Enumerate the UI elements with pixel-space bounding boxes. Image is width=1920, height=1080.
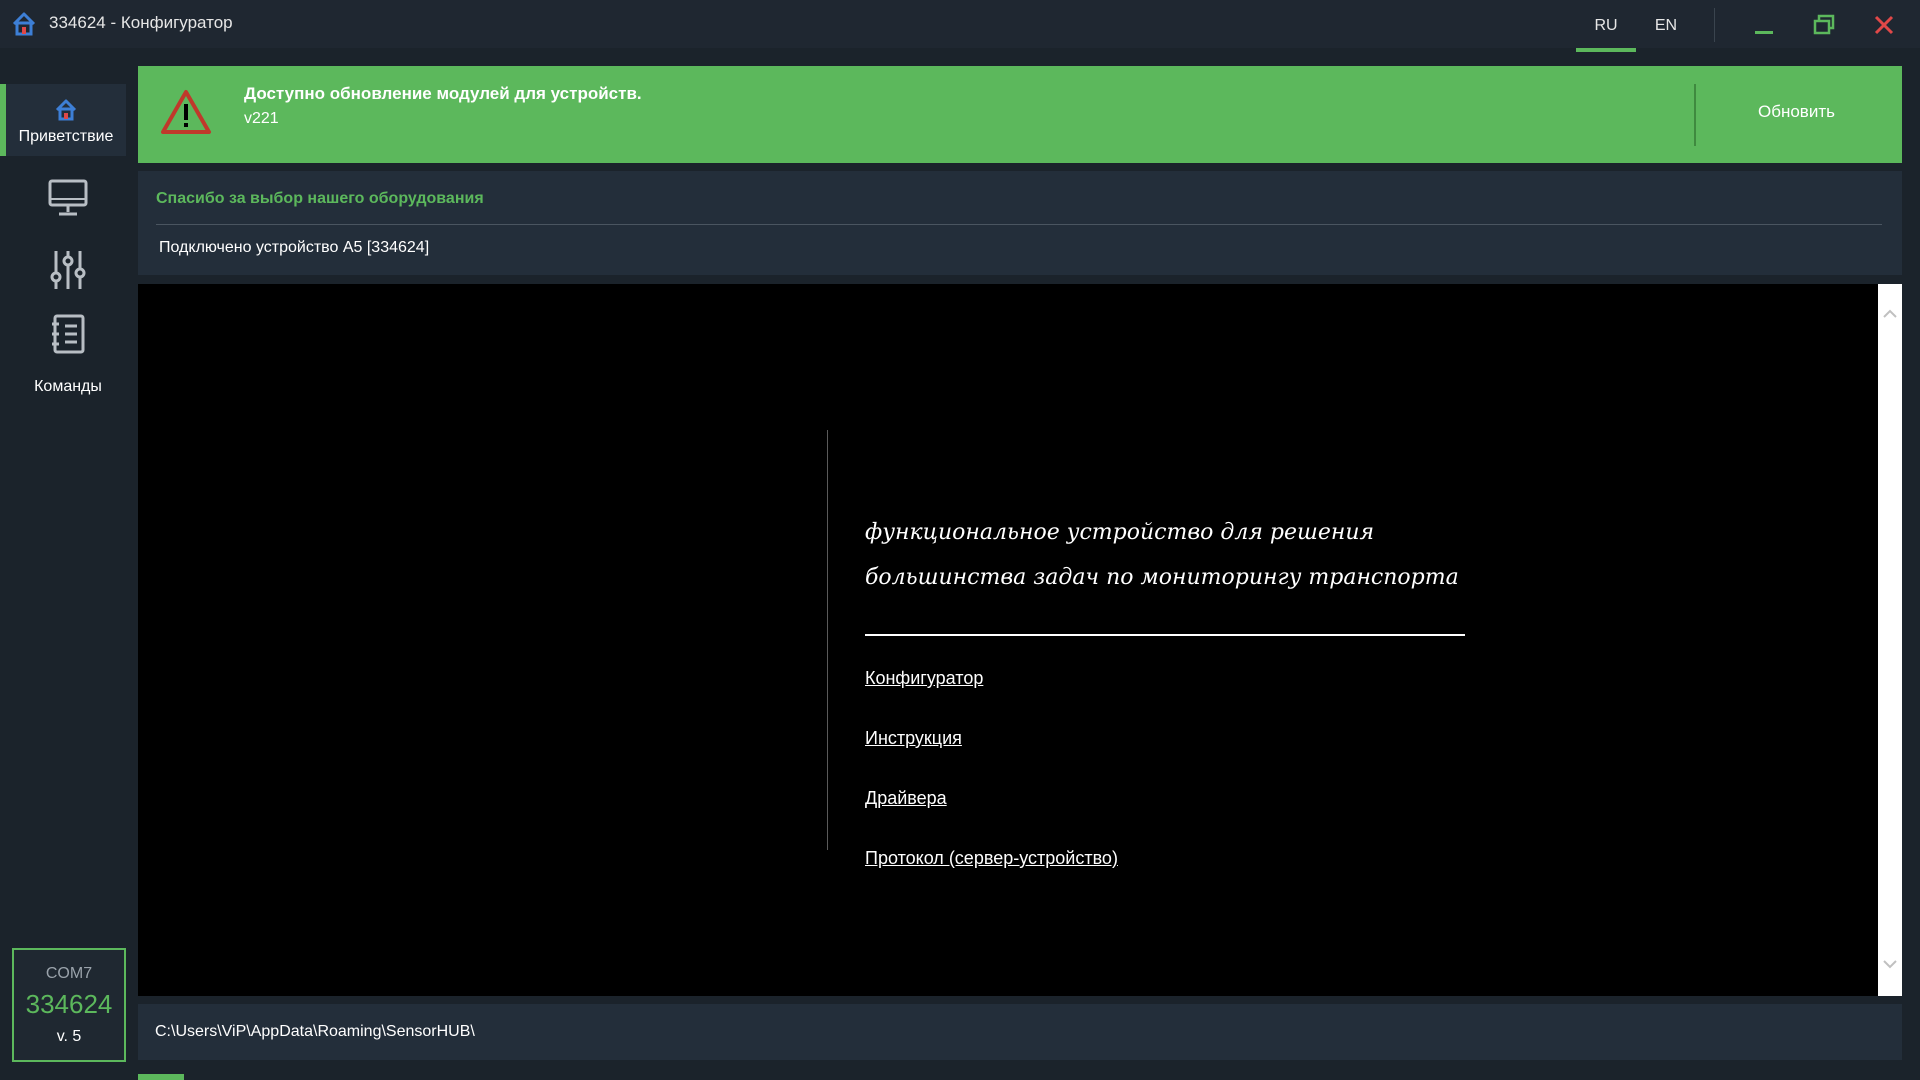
sidebar-item-welcome[interactable]: Приветствие <box>0 84 126 156</box>
close-button[interactable] <box>1864 8 1904 42</box>
link-protocol[interactable]: Протокол (сервер-устройство) <box>865 848 1118 869</box>
sidebar-item-settings[interactable] <box>0 242 136 298</box>
monitor-icon <box>48 179 88 216</box>
banner-title: Доступно обновление модулей для устройст… <box>244 84 642 103</box>
restore-icon <box>1813 14 1835 35</box>
banner-version: v221 <box>244 110 279 127</box>
tagline-line: функциональное устройство для решения <box>865 520 1375 545</box>
minimize-icon <box>1755 31 1773 34</box>
link-instructions[interactable]: Инструкция <box>865 728 962 749</box>
welcome-content-view: функциональное устройство для решения бо… <box>138 284 1902 996</box>
device-port: COM7 <box>45 964 93 982</box>
tagline-line: большинства задач по мониторингу транспо… <box>865 565 1459 590</box>
title-bar: 334624 - Конфигуратор RU EN <box>0 0 1920 52</box>
product-tagline: функциональное устройство для решения бо… <box>865 510 1505 600</box>
banner-divider <box>1694 84 1696 146</box>
update-banner: Доступно обновление модулей для устройст… <box>138 66 1902 163</box>
device-version: v. 5 <box>56 1027 82 1045</box>
sidebar: Приветствие Команды COM7 334624 v. 5 <box>0 48 136 1080</box>
chevron-down-icon[interactable] <box>1882 956 1898 972</box>
restore-button[interactable] <box>1804 8 1844 42</box>
device-id: 334624 <box>25 988 113 1019</box>
info-panel: Спасибо за выбор нашего оборудования Под… <box>138 171 1902 275</box>
link-configurator[interactable]: Конфигуратор <box>865 668 983 689</box>
progress-indicator <box>138 1074 184 1080</box>
device-status-box[interactable]: COM7 334624 v. 5 <box>12 948 126 1062</box>
window-title: 334624 - Конфигуратор <box>49 13 233 32</box>
update-button[interactable]: Обновить <box>1758 102 1835 122</box>
path-bar: C:\Users\ViP\AppData\Roaming\SensorHUB\ <box>138 1004 1902 1060</box>
language-ru-tab[interactable]: RU <box>1576 0 1636 52</box>
close-icon <box>1874 15 1894 35</box>
warning-icon <box>161 90 211 134</box>
vertical-scrollbar[interactable] <box>1878 284 1902 996</box>
notebook-icon <box>52 314 85 354</box>
language-en-tab[interactable]: EN <box>1636 0 1696 52</box>
minimize-button[interactable] <box>1744 8 1784 42</box>
horizontal-divider <box>865 634 1465 636</box>
info-title: Спасибо за выбор нашего оборудования <box>156 190 484 207</box>
home-icon <box>55 99 77 121</box>
titlebar-divider <box>1714 8 1715 42</box>
chevron-up-icon[interactable] <box>1882 306 1898 322</box>
sidebar-item-monitor[interactable] <box>0 170 136 226</box>
data-folder-path: C:\Users\ViP\AppData\Roaming\SensorHUB\ <box>155 1023 475 1040</box>
sidebar-item-label: Команды <box>34 378 102 395</box>
info-divider <box>156 224 1882 225</box>
sidebar-item-label: Приветствие <box>18 128 114 145</box>
vertical-divider <box>827 430 828 850</box>
home-icon <box>12 12 36 36</box>
link-drivers[interactable]: Драйвера <box>865 788 947 809</box>
sidebar-item-commands[interactable]: Команды <box>0 314 136 414</box>
connected-device-text: Подключено устройство A5 [334624] <box>159 239 430 256</box>
sliders-icon <box>50 251 86 289</box>
